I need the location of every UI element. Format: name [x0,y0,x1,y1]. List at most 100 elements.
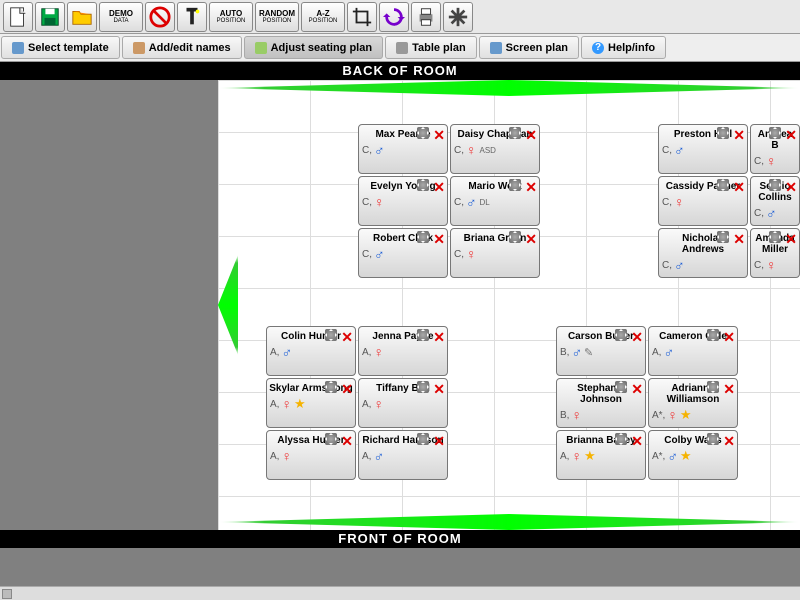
remove-seat-icon[interactable]: ✕ [723,381,735,398]
move-handle-icon[interactable] [509,179,521,191]
new-file-icon[interactable] [3,2,33,32]
move-handle-icon[interactable] [717,127,729,139]
remove-seat-icon[interactable]: ✕ [631,329,643,346]
move-handle-icon[interactable] [707,329,719,341]
move-handle-icon[interactable] [509,231,521,243]
move-handle-icon[interactable] [769,127,781,139]
move-handle-icon[interactable] [417,179,429,191]
seat-card[interactable]: Colby WattsA*,♂★✕ [648,430,738,480]
crop-icon[interactable] [347,2,377,32]
seat-card[interactable]: Colin HunterA,♂✕ [266,326,356,376]
remove-seat-icon[interactable]: ✕ [341,433,353,450]
no-entry-icon[interactable] [145,2,175,32]
seat-card[interactable]: Robert ClarkC,♂✕ [358,228,448,278]
demo-data-icon[interactable]: DEMODATA [99,2,143,32]
seat-card[interactable]: Alyssa HunterA,♀✕ [266,430,356,480]
open-folder-icon[interactable] [67,2,97,32]
remove-seat-icon[interactable]: ✕ [631,433,643,450]
move-handle-icon[interactable] [325,381,337,393]
remove-seat-icon[interactable]: ✕ [433,433,445,450]
remove-seat-icon[interactable]: ✕ [733,179,745,196]
move-handle-icon[interactable] [325,329,337,341]
seat-card[interactable]: Stephanie JohnsonB,♀✕ [556,378,646,428]
seat-card[interactable]: Skylar ArmstrongA,♀★✕ [266,378,356,428]
random-position-icon[interactable]: RANDOMPOSITION [255,2,299,32]
remove-seat-icon[interactable]: ✕ [433,127,445,144]
seat-card[interactable]: Carson ButlerB,♂✎✕ [556,326,646,376]
plan-viewport[interactable]: Max PearceC,♂✕Daisy ChapmanC,♀ASD✕ Presto… [218,80,800,530]
remove-seat-icon[interactable]: ✕ [785,231,797,248]
seat-meta: C,♂DL [451,194,539,210]
move-handle-icon[interactable] [615,329,627,341]
male-icon: ♂ [667,448,678,464]
seat-card[interactable]: Mario WestC,♂DL✕ [450,176,540,226]
move-handle-icon[interactable] [615,433,627,445]
seat-meta: C,♀ [751,257,799,273]
horizontal-scrollbar[interactable] [0,586,800,600]
remove-seat-icon[interactable]: ✕ [341,329,353,346]
seat-card[interactable]: Richard HarrisonA,♂✕ [358,430,448,480]
seat-card[interactable]: Daisy ChapmanC,♀ASD✕ [450,124,540,174]
seat-card[interactable]: Adrianna WilliamsonA*,♀★✕ [648,378,738,428]
settings-gear-icon[interactable] [443,2,473,32]
print-icon[interactable] [411,2,441,32]
female-icon: ♀ [281,448,292,464]
seat-card[interactable]: Andrea BC,♀✕ [750,124,800,174]
tab-help-info[interactable]: ?Help/info [581,36,666,59]
tab-table-plan[interactable]: Table plan [385,36,477,59]
move-handle-icon[interactable] [417,329,429,341]
remove-seat-icon[interactable]: ✕ [525,231,537,248]
remove-seat-icon[interactable]: ✕ [723,433,735,450]
move-handle-icon[interactable] [417,231,429,243]
remove-seat-icon[interactable]: ✕ [433,231,445,248]
tab-screen-plan[interactable]: Screen plan [479,36,579,59]
seat-card[interactable]: Brianna BaileyA,♀★✕ [556,430,646,480]
move-handle-icon[interactable] [509,127,521,139]
remove-seat-icon[interactable]: ✕ [525,179,537,196]
wizard-icon[interactable] [177,2,207,32]
save-icon[interactable] [35,2,65,32]
seat-card[interactable]: Evelyn YoungC,♀✕ [358,176,448,226]
tab-select-template[interactable]: Select template [1,36,120,59]
seat-card[interactable]: Preston HallC,♂✕ [658,124,748,174]
remove-seat-icon[interactable]: ✕ [733,127,745,144]
remove-seat-icon[interactable]: ✕ [631,381,643,398]
tab-add-edit-names[interactable]: Add/edit names [122,36,242,59]
tab-adjust-seating-plan[interactable]: Adjust seating plan [244,36,383,59]
seat-card[interactable]: Max PearceC,♂✕ [358,124,448,174]
remove-seat-icon[interactable]: ✕ [723,329,735,346]
move-handle-icon[interactable] [417,381,429,393]
remove-seat-icon[interactable]: ✕ [525,127,537,144]
seat-card[interactable]: Sergio CollinsC,♂✕ [750,176,800,226]
remove-seat-icon[interactable]: ✕ [433,381,445,398]
move-handle-icon[interactable] [769,231,781,243]
move-handle-icon[interactable] [707,381,719,393]
seat-card[interactable]: Cassidy PalmerC,♀✕ [658,176,748,226]
seat-card[interactable]: Amanda MillerC,♀✕ [750,228,800,278]
remove-seat-icon[interactable]: ✕ [433,329,445,346]
move-handle-icon[interactable] [417,433,429,445]
move-handle-icon[interactable] [615,381,627,393]
seat-card[interactable]: Nicholas AndrewsC,♂✕ [658,228,748,278]
seat-card[interactable]: Jenna PayneA,♀✕ [358,326,448,376]
seating-icon [255,42,267,54]
seat-card[interactable]: Tiffany BellA,♀✕ [358,378,448,428]
az-position-icon[interactable]: A-ZPOSITION [301,2,345,32]
move-handle-icon[interactable] [717,179,729,191]
remove-seat-icon[interactable]: ✕ [341,381,353,398]
rotate-icon[interactable] [379,2,409,32]
move-handle-icon[interactable] [417,127,429,139]
remove-seat-icon[interactable]: ✕ [433,179,445,196]
move-handle-icon[interactable] [325,433,337,445]
remove-seat-icon[interactable]: ✕ [733,231,745,248]
seat-card[interactable]: Cameron ColeA,♂✕ [648,326,738,376]
remove-seat-icon[interactable]: ✕ [785,179,797,196]
move-handle-icon[interactable] [717,231,729,243]
move-handle-icon[interactable] [707,433,719,445]
move-handle-icon[interactable] [769,179,781,191]
remove-seat-icon[interactable]: ✕ [785,127,797,144]
seat-card[interactable]: Briana GreenC,♀✕ [450,228,540,278]
seat-meta: A,♀★ [557,448,645,464]
scrollbar-thumb[interactable] [2,589,12,599]
auto-position-icon[interactable]: AUTOPOSITION [209,2,253,32]
